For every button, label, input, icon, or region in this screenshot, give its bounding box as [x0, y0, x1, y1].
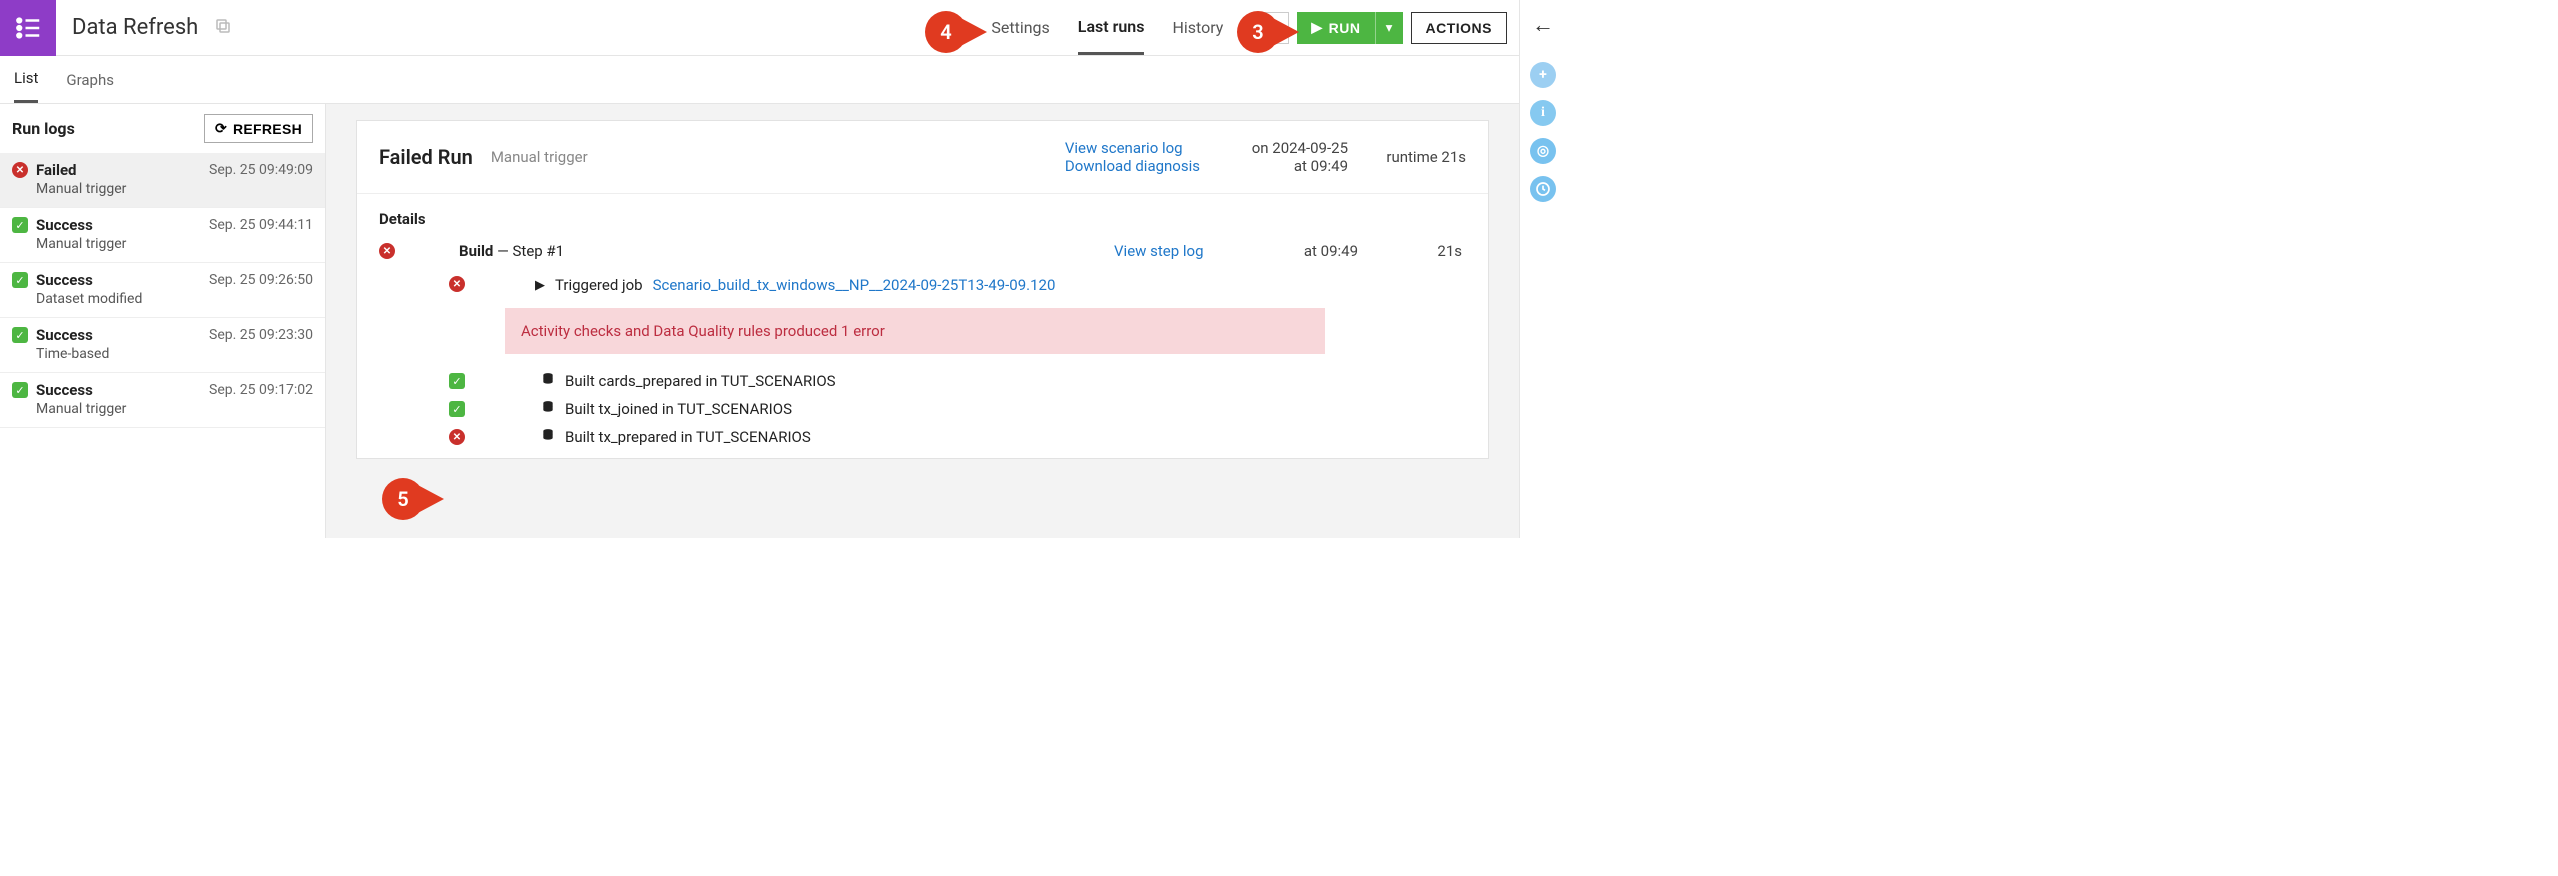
run-button-label: RUN: [1329, 20, 1361, 36]
run-timestamp: Sep. 25 09:44:11: [209, 217, 313, 233]
build-result-row: ✕ Built tx_prepared in TUT_SCENARIOS: [357, 418, 1466, 446]
details-heading: Details: [357, 194, 1488, 236]
top-bar: Data Refresh Settings Last runs History ▶: [0, 0, 1519, 56]
run-trigger: Manual trigger: [491, 148, 588, 166]
success-icon: ✓: [449, 373, 465, 389]
nav-link-last-runs[interactable]: Last runs: [1078, 0, 1145, 55]
success-icon: ✓: [12, 217, 28, 233]
refresh-icon: ⟳: [215, 120, 227, 137]
build-result-text: Built tx_joined in TUT_SCENARIOS: [565, 400, 792, 418]
run-status: Success: [36, 271, 201, 289]
page-title: Data Refresh: [56, 15, 214, 40]
copy-icon[interactable]: [214, 17, 232, 39]
step-label: Build — Step #1: [459, 242, 1050, 260]
step-row: ✕ Build — Step #1 View step log at 09:49…: [357, 236, 1488, 270]
nav-link-settings[interactable]: Settings: [991, 0, 1049, 55]
view-scenario-log-link[interactable]: View scenario log: [1065, 139, 1200, 157]
build-result-row: ✓ Built cards_prepared in TUT_SCENARIOS: [357, 362, 1466, 390]
build-result-row: ✓ Built tx_joined in TUT_SCENARIOS: [357, 390, 1466, 418]
info-icon[interactable]: i: [1530, 100, 1556, 126]
run-dropdown-button[interactable]: ▾: [1375, 12, 1403, 44]
run-details-panel: Failed Run Manual trigger View scenario …: [326, 104, 1519, 538]
success-icon: ✓: [12, 382, 28, 398]
top-nav: Settings Last runs History: [991, 0, 1223, 55]
play-icon: ▶: [1311, 19, 1322, 36]
run-date: on 2024-09-25: [1218, 139, 1348, 157]
run-trigger-type: Manual trigger: [12, 236, 313, 252]
refresh-button-label: REFRESH: [233, 121, 302, 137]
run-status: Success: [36, 326, 201, 344]
run-timestamp: Sep. 25 09:17:02: [209, 382, 313, 398]
success-icon: ✓: [449, 401, 465, 417]
error-icon: ✕: [12, 162, 28, 178]
history-icon[interactable]: [1530, 176, 1556, 202]
error-icon: ✕: [449, 429, 465, 445]
run-list-item[interactable]: ✓ Success Sep. 25 09:44:11 Manual trigger: [0, 208, 325, 263]
nav-link-history[interactable]: History: [1172, 0, 1223, 55]
scenario-icon[interactable]: [0, 0, 56, 56]
actions-button[interactable]: ACTIONS: [1411, 12, 1508, 44]
run-list-item[interactable]: ✓ Success Sep. 25 09:17:02 Manual trigger: [0, 373, 325, 428]
run-button[interactable]: ▶ RUN: [1297, 12, 1374, 44]
error-icon: ✕: [449, 276, 465, 292]
save-button[interactable]: [1251, 12, 1289, 44]
subtab-graphs[interactable]: Graphs: [66, 56, 114, 103]
error-banner: Activity checks and Data Quality rules p…: [505, 308, 1325, 354]
download-diagnosis-link[interactable]: Download diagnosis: [1065, 157, 1200, 175]
run-status: Success: [36, 216, 201, 234]
success-icon: ✓: [12, 272, 28, 288]
run-title: Failed Run: [379, 145, 473, 169]
caret-right-icon[interactable]: ▶: [535, 278, 545, 293]
run-runtime: runtime 21s: [1366, 148, 1466, 166]
chevron-down-icon: ▾: [1386, 20, 1393, 36]
sub-tabs: List Graphs: [0, 56, 1519, 104]
triggered-job-row: ▶ Triggered job Scenario_build_tx_window…: [475, 270, 1466, 302]
success-icon: ✓: [12, 327, 28, 343]
actions-button-label: ACTIONS: [1426, 20, 1493, 36]
run-timestamp: Sep. 25 09:49:09: [209, 162, 313, 178]
build-result-text: Built tx_prepared in TUT_SCENARIOS: [565, 428, 811, 446]
run-trigger-type: Dataset modified: [12, 291, 313, 307]
step-duration: 21s: [1422, 242, 1462, 260]
back-arrow-icon[interactable]: ←: [1532, 8, 1554, 50]
refresh-button[interactable]: ⟳ REFRESH: [204, 114, 313, 143]
run-trigger-type: Time-based: [12, 346, 313, 362]
right-rail: ← + i ◎: [1520, 0, 1566, 538]
database-icon: [541, 400, 555, 418]
view-step-log-link[interactable]: View step log: [1114, 242, 1234, 260]
add-icon[interactable]: +: [1530, 62, 1556, 88]
run-time: at 09:49: [1218, 157, 1348, 175]
run-list-item[interactable]: ✓ Success Sep. 25 09:26:50 Dataset modified: [0, 263, 325, 318]
triggered-job-link[interactable]: Scenario_build_tx_windows__NP__2024-09-2…: [653, 276, 1056, 294]
run-timestamp: Sep. 25 09:23:30: [209, 327, 313, 343]
run-status: Success: [36, 381, 201, 399]
step-time: at 09:49: [1298, 242, 1358, 260]
run-status: Failed: [36, 161, 201, 179]
run-trigger-type: Manual trigger: [12, 181, 313, 197]
sidebar-heading: Run logs: [12, 119, 75, 138]
run-logs-sidebar: Run logs ⟳ REFRESH ✕ Failed Sep. 25 09:49:…: [0, 104, 326, 538]
error-icon: ✕: [379, 243, 395, 259]
run-timestamp: Sep. 25 09:26:50: [209, 272, 313, 288]
run-list-item[interactable]: ✕ Failed Sep. 25 09:49:09 Manual trigger: [0, 153, 325, 208]
run-trigger-type: Manual trigger: [12, 401, 313, 417]
run-list-item[interactable]: ✓ Success Sep. 25 09:23:30 Time-based: [0, 318, 325, 373]
subtab-list[interactable]: List: [14, 56, 38, 103]
discussions-icon[interactable]: ◎: [1530, 138, 1556, 164]
database-icon: [541, 372, 555, 390]
database-icon: [541, 428, 555, 446]
run-header: Failed Run Manual trigger View scenario …: [357, 121, 1488, 194]
build-result-text: Built cards_prepared in TUT_SCENARIOS: [565, 372, 836, 390]
